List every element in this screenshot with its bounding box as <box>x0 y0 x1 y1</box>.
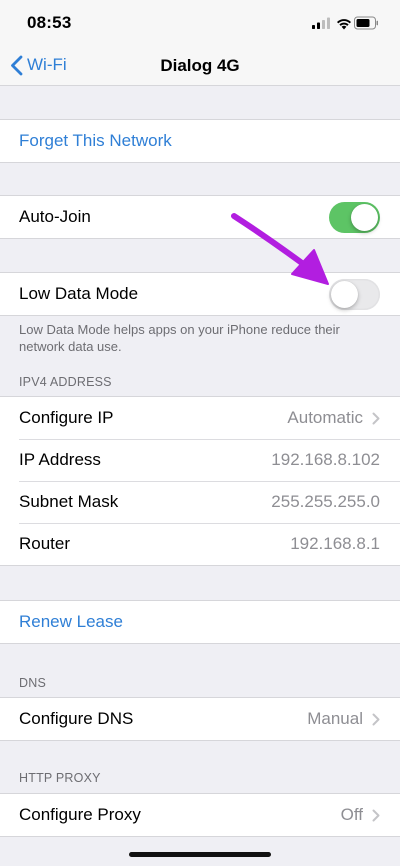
configure-ip-value: Automatic <box>287 408 363 427</box>
router-value: 192.168.8.1 <box>290 534 380 553</box>
configure-proxy-value: Off <box>340 805 363 824</box>
chevron-right-icon <box>372 412 380 425</box>
low-data-mode-row: Low Data Mode <box>0 273 400 315</box>
status-icons <box>312 16 378 30</box>
page-title: Dialog 4G <box>160 56 240 75</box>
configure-proxy-row[interactable]: Configure Proxy Off <box>0 794 400 836</box>
status-time: 08:53 <box>27 13 72 32</box>
ipv4-section-header: IPV4 ADDRESS <box>19 375 112 389</box>
toggle-knob <box>351 203 378 231</box>
forget-network-group: Forget This Network <box>0 119 400 163</box>
router-row: Router 192.168.8.1 <box>0 523 400 565</box>
status-bar: 08:53 <box>0 0 400 44</box>
subnet-mask-label: Subnet Mask <box>19 492 119 511</box>
configure-dns-label: Configure DNS <box>19 709 134 728</box>
battery-icon <box>354 16 378 30</box>
router-label: Router <box>19 534 71 553</box>
configure-ip-label: Configure IP <box>19 408 114 427</box>
dns-section-header: DNS <box>19 676 46 690</box>
http-proxy-section-header: HTTP PROXY <box>19 771 101 785</box>
navigation-bar: Wi-Fi Dialog 4G <box>0 44 400 86</box>
ip-address-value: 192.168.8.102 <box>271 450 380 469</box>
http-proxy-group: Configure Proxy Off <box>0 793 400 837</box>
configure-proxy-label: Configure Proxy <box>19 805 141 824</box>
configure-ip-row[interactable]: Configure IP Automatic <box>0 397 400 439</box>
subnet-mask-value: 255.255.255.0 <box>271 492 380 511</box>
ip-address-row: IP Address 192.168.8.102 <box>0 439 400 481</box>
home-indicator[interactable] <box>129 852 271 857</box>
dns-group: Configure DNS Manual <box>0 697 400 741</box>
ip-address-label: IP Address <box>19 450 101 469</box>
low-data-mode-note: Low Data Mode helps apps on your iPhone … <box>19 322 340 354</box>
annotation-arrow-icon <box>231 213 329 285</box>
subnet-mask-row: Subnet Mask 255.255.255.0 <box>0 481 400 523</box>
forget-network-label: Forget This Network <box>19 131 172 150</box>
forget-network-button[interactable]: Forget This Network <box>0 120 400 162</box>
cellular-signal-icon <box>312 17 330 29</box>
wifi-icon <box>337 19 351 30</box>
low-data-mode-group: Low Data Mode <box>0 272 400 316</box>
ipv4-group: Configure IP Automatic IP Address 192.16… <box>0 396 400 566</box>
configure-dns-row[interactable]: Configure DNS Manual <box>0 698 400 740</box>
renew-lease-label: Renew Lease <box>19 612 123 631</box>
renew-lease-button[interactable]: Renew Lease <box>0 601 400 643</box>
auto-join-row: Auto-Join <box>0 196 400 238</box>
chevron-right-icon <box>372 713 380 726</box>
configure-dns-value: Manual <box>307 709 363 728</box>
auto-join-group: Auto-Join <box>0 195 400 239</box>
chevron-right-icon <box>372 809 380 822</box>
renew-lease-group: Renew Lease <box>0 600 400 644</box>
